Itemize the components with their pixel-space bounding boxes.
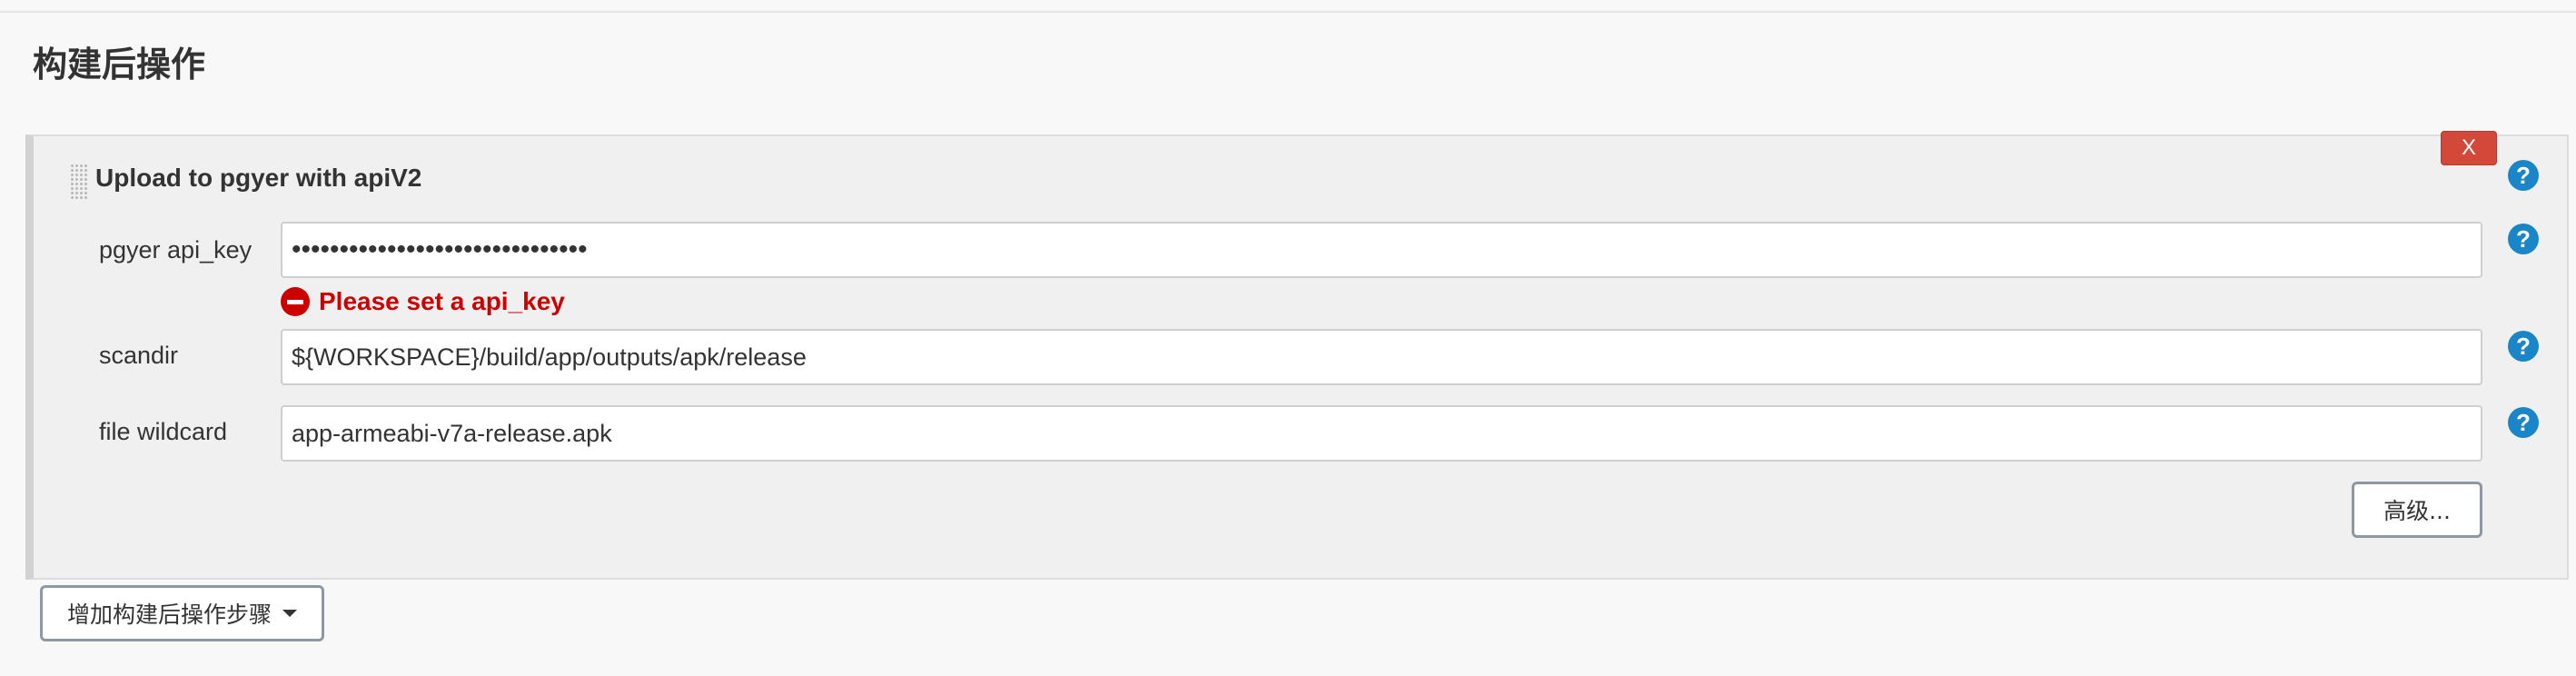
scandir-help-icon[interactable]: ? [2508,331,2539,362]
top-divider [0,11,2576,13]
post-build-step-panel: Upload to pgyer with apiV2 X ? pgyer api… [25,131,2569,580]
api-key-label: pgyer api_key [99,236,253,263]
scandir-label: scandir [99,342,179,369]
scandir-input[interactable] [281,329,2482,385]
api-key-input[interactable] [281,222,2482,278]
caret-down-icon [282,610,297,617]
step-title: Upload to pgyer with apiV2 [95,164,422,192]
add-post-build-step-button[interactable]: 增加构建后操作步骤 [40,585,324,641]
add-step-label: 增加构建后操作步骤 [66,601,272,628]
api-key-help-icon[interactable]: ? [2508,224,2539,254]
page: 构建后操作 Upload to pgyer with apiV2 X ? pgy… [0,0,2576,676]
delete-step-button[interactable]: X [2441,131,2497,165]
wildcard-help-icon[interactable]: ? [2508,407,2539,438]
wildcard-input[interactable] [281,405,2482,462]
api-key-error-text: Please set a api_key [319,287,565,315]
wildcard-label: file wildcard [99,418,228,445]
api-key-error: Please set a api_key [281,287,565,316]
advanced-button[interactable]: 高级... [2352,482,2482,538]
error-icon [281,287,310,316]
step-help-icon[interactable]: ? [2508,160,2539,191]
section-title: 构建后操作 [33,45,206,84]
drag-handle-icon[interactable] [70,164,88,200]
